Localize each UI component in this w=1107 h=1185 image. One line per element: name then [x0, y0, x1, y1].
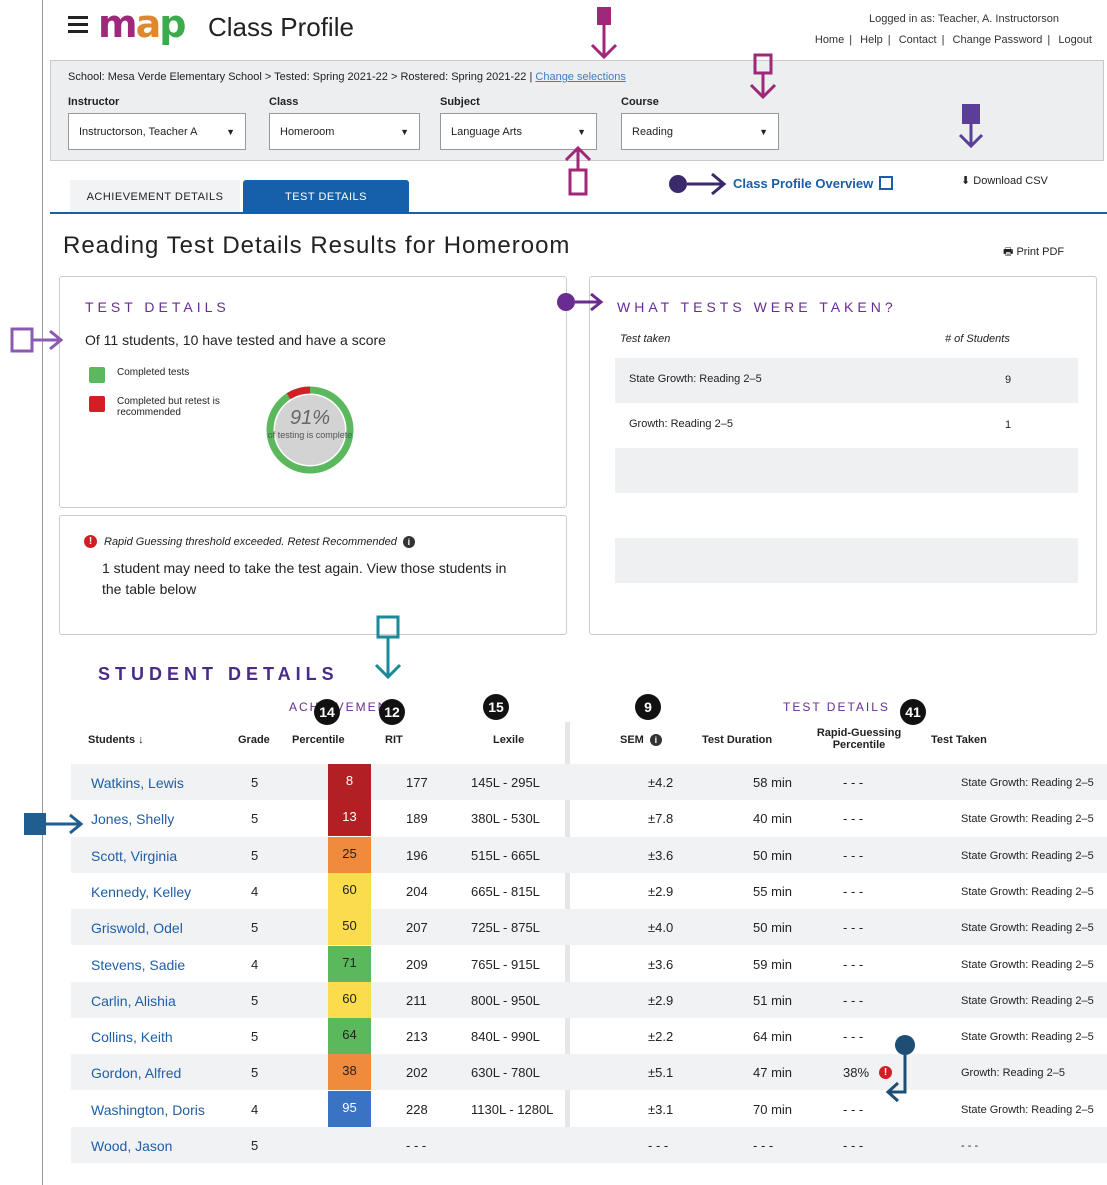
arrow-marker-tests-taken — [557, 292, 604, 312]
arrow-marker-overview — [669, 172, 727, 196]
annotation-overlay — [10, 7, 984, 1103]
arrow-marker-subject — [564, 145, 592, 196]
arrow-marker-jones — [24, 813, 84, 835]
arrow-marker-top — [590, 7, 618, 60]
arrow-marker-achievement — [374, 615, 402, 680]
arrow-marker-course — [749, 53, 777, 100]
arrow-marker-download — [958, 104, 984, 149]
arrow-marker-rapid — [885, 1035, 915, 1103]
arrow-marker-summary — [10, 327, 64, 353]
